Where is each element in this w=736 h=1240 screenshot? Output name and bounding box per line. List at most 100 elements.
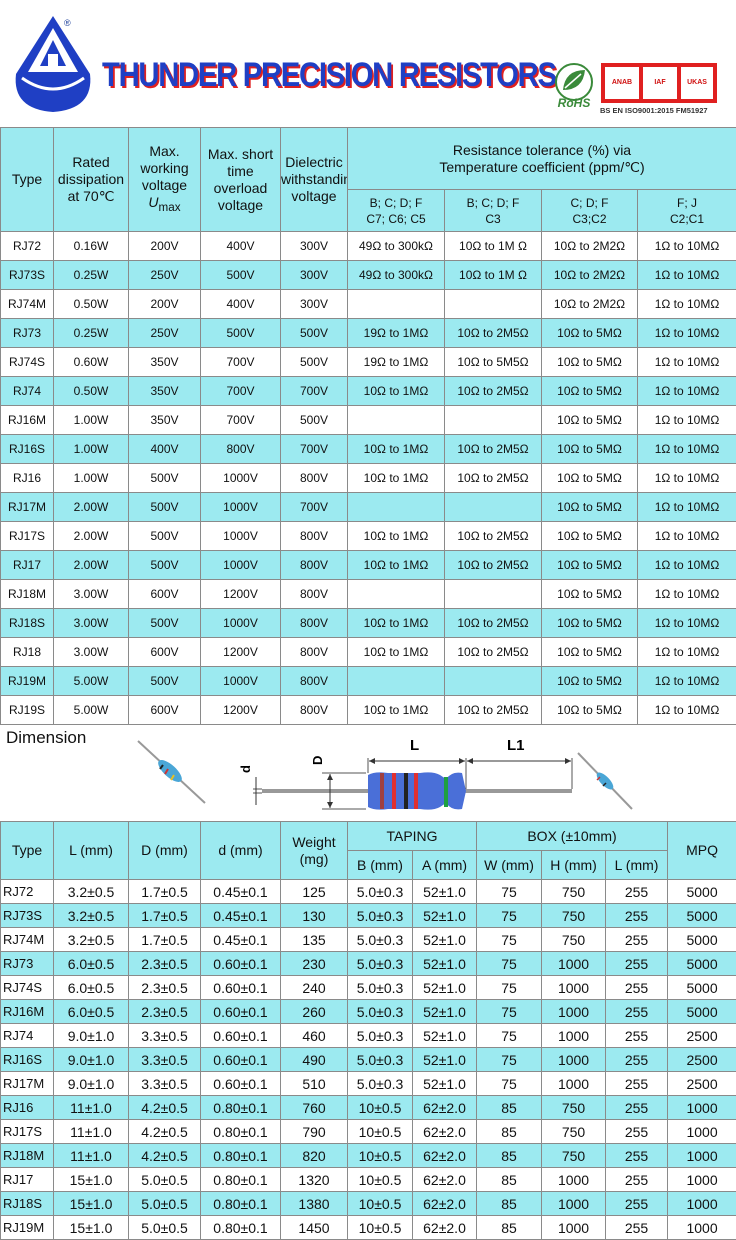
table-cell: 0.50W [54, 290, 129, 319]
table-cell: 1000V [201, 667, 281, 696]
label-L1: L1 [507, 737, 525, 754]
table-cell: 10Ω to 5M5Ω [445, 348, 542, 377]
table-cell: 5.0±0.3 [348, 904, 413, 928]
table-cell: 52±1.0 [413, 904, 477, 928]
table-row: RJ172.00W500V1000V800V10Ω to 1MΩ10Ω to 2… [1, 551, 736, 580]
table-cell: 5.0±0.3 [348, 1048, 413, 1072]
dim-header-W: W (mm) [477, 851, 542, 880]
table-cell: 2.3±0.5 [129, 976, 201, 1000]
table-cell: 500V [129, 667, 201, 696]
table-cell: 1Ω to 10MΩ [638, 551, 736, 580]
table-cell: 5.00W [54, 696, 129, 725]
dim-header-D: D (mm) [129, 822, 201, 880]
table-cell: 230 [281, 952, 348, 976]
table-row: RJ18M3.00W600V1200V800V10Ω to 5MΩ1Ω to 1… [1, 580, 736, 609]
table-cell: 200V [129, 290, 201, 319]
table-cell: 10Ω to 2M5Ω [445, 638, 542, 667]
table-cell: 6.0±0.5 [54, 1000, 129, 1024]
table-cell: 1Ω to 10MΩ [638, 464, 736, 493]
table-cell: 52±1.0 [413, 952, 477, 976]
table-cell: 490 [281, 1048, 348, 1072]
table-cell: 500V [129, 522, 201, 551]
table-cell: 6.0±0.5 [54, 952, 129, 976]
table-cell: 5.00W [54, 667, 129, 696]
table-cell: 0.45±0.1 [201, 880, 281, 904]
table-cell: 800V [281, 464, 348, 493]
table-cell: 0.25W [54, 261, 129, 290]
dim-header-H: H (mm) [542, 851, 606, 880]
table-cell: 500V [129, 551, 201, 580]
table-cell: 49Ω to 300kΩ [348, 232, 445, 261]
table-cell: 1Ω to 10MΩ [638, 580, 736, 609]
table-cell: 11±1.0 [54, 1096, 129, 1120]
table-cell: RJ73 [1, 952, 54, 976]
table-cell: 0.60±0.1 [201, 1024, 281, 1048]
table-cell: 0.80±0.1 [201, 1144, 281, 1168]
table-cell: 10±0.5 [348, 1144, 413, 1168]
table-cell: 10Ω to 1MΩ [348, 609, 445, 638]
u-symbol: U [148, 194, 158, 210]
table-cell: 4.2±0.5 [129, 1096, 201, 1120]
header-tolerance: Resistance tolerance (%) viaTemperature … [348, 128, 736, 190]
table-cell: 255 [606, 1000, 668, 1024]
table-cell: 10Ω to 5MΩ [542, 667, 638, 696]
table-row: RJ16M1.00W350V700V500V10Ω to 5MΩ1Ω to 10… [1, 406, 736, 435]
table-cell: 255 [606, 1120, 668, 1144]
table-cell: 125 [281, 880, 348, 904]
table-cell: 1.7±0.5 [129, 880, 201, 904]
dim-header-A: A (mm) [413, 851, 477, 880]
table-cell: 75 [477, 1024, 542, 1048]
table-cell: 1000 [668, 1168, 736, 1192]
table-cell: 10Ω to 2M2Ω [542, 261, 638, 290]
table-cell: 0.60W [54, 348, 129, 377]
table-cell: 19Ω to 1MΩ [348, 348, 445, 377]
table-cell: 85 [477, 1192, 542, 1216]
dimension-table: Type L (mm) D (mm) d (mm) Weight (mg) TA… [0, 821, 736, 1240]
table-cell: 5.0±0.3 [348, 976, 413, 1000]
table-cell: 255 [606, 1168, 668, 1192]
table-cell: 0.45±0.1 [201, 904, 281, 928]
spec-table-body: RJ720.16W200V400V300V49Ω to 300kΩ10Ω to … [1, 232, 736, 725]
table-cell: 255 [606, 976, 668, 1000]
anab-badge: ANAB [605, 67, 639, 99]
table-cell: RJ17M [1, 1072, 54, 1096]
table-cell: RJ18 [1, 638, 54, 667]
table-cell: 10Ω to 1MΩ [348, 464, 445, 493]
table-cell: 1200V [201, 580, 281, 609]
subheader-1: B; C; D; FC7; C6; C5 [348, 190, 445, 232]
page-header: ® THUNDER PRECISION RESISTORS RoHS ANAB … [0, 0, 736, 126]
table-row: RJ74S6.0±0.52.3±0.50.60±0.12405.0±0.352±… [1, 976, 736, 1000]
table-cell: 10Ω to 1MΩ [348, 435, 445, 464]
u-subscript: max [159, 201, 181, 214]
table-cell: RJ16 [1, 464, 54, 493]
table-cell: 400V [201, 290, 281, 319]
table-cell: RJ17S [1, 1120, 54, 1144]
table-cell: 1Ω to 10MΩ [638, 377, 736, 406]
table-cell: 1000 [668, 1144, 736, 1168]
table-cell: 1000 [542, 976, 606, 1000]
table-cell: 62±2.0 [413, 1120, 477, 1144]
table-cell: 15±1.0 [54, 1168, 129, 1192]
table-cell: 1Ω to 10MΩ [638, 696, 736, 725]
table-cell: 255 [606, 928, 668, 952]
table-cell: 75 [477, 976, 542, 1000]
table-cell: 2.3±0.5 [129, 952, 201, 976]
table-cell: 62±2.0 [413, 1216, 477, 1240]
table-cell: 350V [129, 348, 201, 377]
table-cell: 75 [477, 1000, 542, 1024]
table-cell: RJ74S [1, 348, 54, 377]
table-cell: 250V [129, 261, 201, 290]
company-name: THUNDER PRECISION RESISTORS [102, 56, 556, 95]
table-cell: 255 [606, 952, 668, 976]
label-d: d [238, 765, 253, 773]
table-cell: 5000 [668, 1000, 736, 1024]
table-cell: 750 [542, 928, 606, 952]
table-cell: RJ74 [1, 1024, 54, 1048]
table-cell: 10Ω to 2M5Ω [445, 522, 542, 551]
table-cell: RJ18S [1, 1192, 54, 1216]
dim-header-mpq: MPQ [668, 822, 736, 880]
table-cell: 10Ω to 2M2Ω [542, 232, 638, 261]
table-cell: 5.0±0.3 [348, 952, 413, 976]
table-cell: 350V [129, 377, 201, 406]
table-cell: 500V [201, 319, 281, 348]
